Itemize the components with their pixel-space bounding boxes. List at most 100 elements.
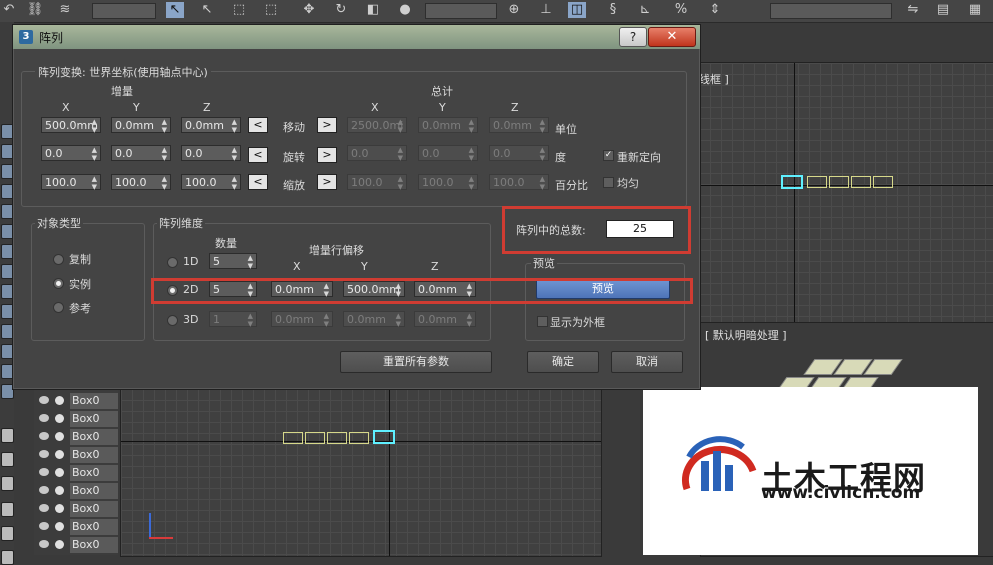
move-total-z[interactable]: 0.0mm ▲ ▼ — [489, 117, 549, 134]
rotate-icon[interactable]: ↻ — [332, 2, 350, 18]
scene-item[interactable]: Box0 — [34, 428, 118, 446]
select-object-icon[interactable]: ↖ — [166, 2, 184, 18]
reference-radio[interactable] — [53, 302, 64, 313]
eye-icon[interactable] — [39, 486, 49, 494]
array-box[interactable] — [283, 432, 303, 444]
rotate-inc-x[interactable]: 0.0 ▲ ▼ — [41, 145, 101, 162]
strip-button[interactable] — [1, 502, 14, 517]
3d-offset-z[interactable]: 0.0mm ▲ ▼ — [414, 311, 476, 328]
ok-button[interactable]: 确定 — [527, 351, 599, 373]
coordinate-dropdown[interactable] — [425, 3, 497, 19]
scale-icon[interactable]: ◧ — [364, 2, 382, 18]
scale-left-arrow-button[interactable]: < — [248, 174, 268, 190]
reset-all-button[interactable]: 重置所有参数 — [340, 351, 492, 373]
scale-total-x[interactable]: 100.0 ▲ ▼ — [347, 174, 407, 191]
strip-button[interactable] — [1, 550, 14, 565]
snap-icon[interactable]: ⊥ — [537, 2, 555, 18]
move-right-arrow-button[interactable]: > — [317, 117, 337, 133]
wave-icon[interactable]: ≋ — [56, 2, 74, 18]
scene-item[interactable]: Box0 — [34, 482, 118, 500]
rotate-inc-y[interactable]: 0.0 ▲ ▼ — [111, 145, 171, 162]
scale-inc-y[interactable]: 100.0 ▲ ▼ — [111, 174, 171, 191]
scene-item-label[interactable]: Box0 — [70, 465, 118, 481]
scene-item-label[interactable]: Box0 — [70, 411, 118, 427]
close-button[interactable]: ✕ — [648, 27, 696, 47]
instance-radio[interactable] — [53, 278, 64, 289]
viewport-top-right[interactable]: 线框 ] — [698, 62, 993, 326]
reorient-checkbox[interactable]: ✓ — [603, 150, 614, 161]
rotate-right-arrow-button[interactable]: > — [317, 147, 337, 163]
strip-button[interactable] — [1, 476, 14, 491]
render-dot-icon[interactable] — [55, 522, 64, 531]
move-total-y[interactable]: 0.0mm ▲ ▼ — [418, 117, 478, 134]
move-left-arrow-button[interactable]: < — [248, 117, 268, 133]
mirror-icon[interactable]: § — [604, 2, 622, 18]
move-icon[interactable]: ✥ — [300, 2, 318, 18]
scene-item[interactable]: Box0 — [34, 536, 118, 554]
render-dot-icon[interactable] — [55, 396, 64, 405]
align-icon[interactable]: ⊾ — [636, 2, 654, 18]
render-dot-icon[interactable] — [55, 414, 64, 423]
cancel-button[interactable]: 取消 — [611, 351, 683, 373]
select-by-name-icon[interactable]: ↖ — [198, 2, 216, 18]
scale-total-y[interactable]: 100.0 ▲ ▼ — [418, 174, 478, 191]
viewport-label[interactable]: [ 默认明暗处理 ] — [705, 327, 787, 343]
scale-inc-x[interactable]: 100.0 ▲ ▼ — [41, 174, 101, 191]
rect-select-icon[interactable]: ⬚ — [230, 2, 248, 18]
window-crossing-icon[interactable]: ⬚ — [262, 2, 280, 18]
viewport-label[interactable]: 线框 ] — [699, 71, 729, 87]
rotate-total-z[interactable]: 0.0 ▲ ▼ — [489, 145, 549, 162]
layer-icon[interactable]: ▤ — [934, 2, 952, 18]
move-inc-z[interactable]: 0.0mm ▲ ▼ — [181, 117, 241, 134]
rotate-total-y[interactable]: 0.0 ▲ ▼ — [418, 145, 478, 162]
scene-item[interactable]: Box0 — [34, 464, 118, 482]
scene-item-label[interactable]: Box0 — [70, 537, 118, 553]
eye-icon[interactable] — [39, 450, 49, 458]
copy-radio[interactable] — [53, 254, 64, 265]
scene-item-label[interactable]: Box0 — [70, 519, 118, 535]
array-box[interactable] — [807, 176, 827, 188]
uniform-checkbox[interactable] — [603, 177, 614, 188]
eye-icon[interactable] — [39, 522, 49, 530]
render-dot-icon[interactable] — [55, 540, 64, 549]
rotate-inc-z[interactable]: 0.0 ▲ ▼ — [181, 145, 241, 162]
scene-item-label[interactable]: Box0 — [70, 501, 118, 517]
scene-item-label[interactable]: Box0 — [70, 429, 118, 445]
render-dot-icon[interactable] — [55, 432, 64, 441]
scene-item[interactable]: Box0 — [34, 392, 118, 410]
undo-icon[interactable]: ↶ — [0, 2, 18, 18]
render-dot-icon[interactable] — [55, 450, 64, 459]
1d-radio[interactable] — [167, 257, 178, 268]
placement-icon[interactable]: ● — [396, 2, 414, 18]
scene-item[interactable]: Box0 — [34, 500, 118, 518]
array-box[interactable] — [327, 432, 347, 444]
eye-icon[interactable] — [39, 414, 49, 422]
scene-item-label[interactable]: Box0 — [70, 393, 118, 409]
angle-snap-icon[interactable]: ◫ — [568, 2, 586, 18]
scene-item[interactable]: Box0 — [34, 446, 118, 464]
scene-item-label[interactable]: Box0 — [70, 447, 118, 463]
3d-count-input[interactable]: 1 ▲ ▼ — [209, 311, 257, 328]
eye-icon[interactable] — [39, 540, 49, 548]
3d-offset-x[interactable]: 0.0mm ▲ ▼ — [271, 311, 333, 328]
render-dot-icon[interactable] — [55, 504, 64, 513]
strip-button[interactable] — [1, 526, 14, 541]
scale-inc-z[interactable]: 100.0 ▲ ▼ — [181, 174, 241, 191]
eye-icon[interactable] — [39, 504, 49, 512]
spinner-snap-icon[interactable]: ⇕ — [706, 2, 724, 18]
3d-offset-y[interactable]: 0.0mm ▲ ▼ — [343, 311, 405, 328]
eye-icon[interactable] — [39, 396, 49, 404]
array-box[interactable] — [305, 432, 325, 444]
3d-radio[interactable] — [167, 315, 178, 326]
rotate-total-x[interactable]: 0.0 ▲ ▼ — [347, 145, 407, 162]
strip-button[interactable] — [1, 428, 14, 443]
array-box-selected[interactable] — [781, 175, 803, 189]
scale-right-arrow-button[interactable]: > — [317, 174, 337, 190]
viewport-front[interactable] — [120, 388, 602, 557]
dialog-titlebar[interactable]: 3 阵列 ? ✕ — [13, 25, 700, 49]
move-total-x[interactable]: 2500.0mi ▲ ▼ — [347, 117, 407, 134]
strip-button[interactable] — [1, 452, 14, 467]
selection-filter-dropdown[interactable] — [92, 3, 156, 19]
scale-total-z[interactable]: 100.0 ▲ ▼ — [489, 174, 549, 191]
mirror-tool-icon[interactable]: ⇋ — [904, 2, 922, 18]
